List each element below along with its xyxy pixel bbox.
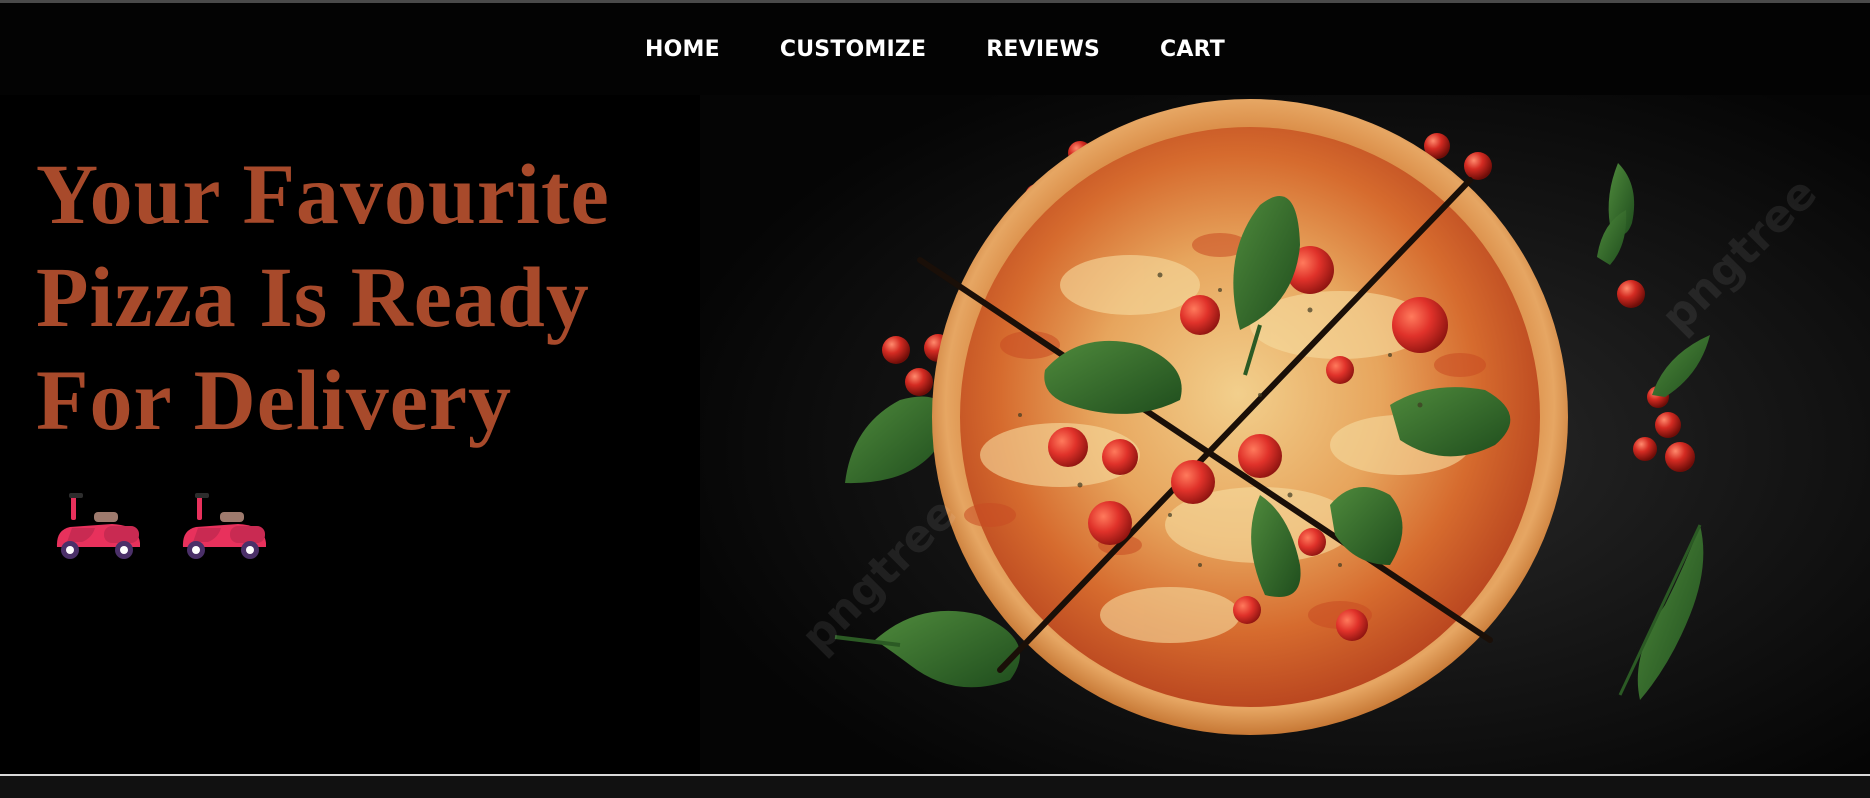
bottom-strip <box>0 776 1870 798</box>
nav-customize[interactable]: CUSTOMIZE <box>780 37 926 62</box>
navbar: HOME CUSTOMIZE REVIEWS CART <box>0 3 1870 95</box>
scooter-icon <box>56 493 140 559</box>
pizza-hero-image: pngtree pngtree <box>700 95 1870 774</box>
nav-reviews[interactable]: REVIEWS <box>986 37 1100 62</box>
scooter-icons <box>52 490 270 562</box>
nav-links: HOME CUSTOMIZE REVIEWS CART <box>0 37 1870 62</box>
headline-line-2: Pizza Is Ready <box>36 249 590 345</box>
hero-headline: Your Favourite Pizza Is Ready For Delive… <box>36 143 696 452</box>
nav-cart[interactable]: CART <box>1160 37 1225 62</box>
headline-line-3: For Delivery <box>36 352 513 448</box>
page: HOME CUSTOMIZE REVIEWS CART Your Favouri… <box>0 0 1870 798</box>
hero-section: Your Favourite Pizza Is Ready For Delive… <box>0 95 1870 774</box>
scooter-icon <box>182 493 266 559</box>
headline-line-1: Your Favourite <box>36 146 610 242</box>
nav-home[interactable]: HOME <box>645 37 720 62</box>
